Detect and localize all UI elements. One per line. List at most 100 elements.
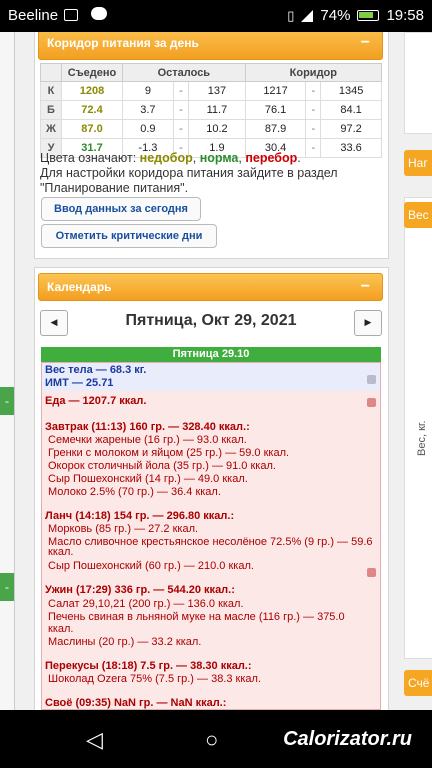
left-from: 3.7 <box>122 100 174 120</box>
left-from: 0.9 <box>122 119 174 139</box>
eaten-value: 72.4 <box>61 100 123 120</box>
corridor-header[interactable]: Коридор питания за день − <box>38 32 383 60</box>
weight-value: Вес тела — 68.3 кг. <box>45 364 147 376</box>
row-label: Б <box>40 100 62 120</box>
legend-sep: , <box>192 151 200 165</box>
minimize-icon[interactable]: − <box>361 274 370 300</box>
food-item: Маслины (20 гр.) — 33.2 ккал. <box>48 636 202 648</box>
date-navigation: ◀ Пятница, Окт 29, 2021 ▶ <box>40 310 382 336</box>
table-row: Ж 87.0 0.9 - 10.2 87.9 - 97.2 <box>40 119 382 139</box>
page: - - Наг Вес Вес, кг. Счё Коридор питания… <box>0 32 432 710</box>
back-icon[interactable]: ◁ <box>86 727 103 753</box>
eaten-value: 1208 <box>61 81 123 101</box>
eaten-value: 87.0 <box>61 119 123 139</box>
enter-today-button[interactable]: Ввод данных за сегодня <box>41 197 201 221</box>
col-eaten: Съедено <box>61 63 123 82</box>
food-item: Масло сливочное крестьянское несолёное 7… <box>48 536 373 548</box>
table-row: К 1208 9 - 137 1217 - 1345 <box>40 81 382 101</box>
weight-axis-label: Вес, кг. <box>416 420 428 456</box>
corr-to: 1345 <box>320 81 382 101</box>
corner-cell <box>40 63 62 82</box>
food-item: ккал. <box>48 546 74 558</box>
brand-watermark: Calorizator.ru <box>283 728 412 750</box>
meal-header: Перекусы (18:18) 7.5 гр. — 38.30 ккал.: <box>45 660 252 672</box>
food-total: Еда — 1207.7 ккал. <box>45 395 147 407</box>
carrier-name: Beeline <box>8 7 59 24</box>
food-item: ккал. <box>48 623 74 635</box>
vibrate-icon: ▯ <box>287 7 295 23</box>
food-item: Окорок столичный йола (35 гр.) — 91.0 кк… <box>48 460 276 472</box>
meal-header: Ланч (14:18) 154 гр. — 296.80 ккал.: <box>45 510 235 522</box>
food-item: Салат 29,10,21 (200 гр.) — 136.0 ккал. <box>48 598 244 610</box>
table-row: Б 72.4 3.7 - 11.7 76.1 - 84.1 <box>40 100 382 120</box>
battery-percent: 74% <box>320 7 351 24</box>
left-to: 137 <box>188 81 246 101</box>
col-corridor: Коридор <box>244 63 383 82</box>
left-to: 10.2 <box>188 119 246 139</box>
meal-header: Своё (09:35) NaN гр. — NaN ккал.: <box>45 697 227 709</box>
battery-icon <box>357 10 380 21</box>
corr-from: 76.1 <box>244 100 307 120</box>
clock: 19:58 <box>386 7 424 24</box>
mark-critical-days-button[interactable]: Отметить критические дни <box>41 224 217 248</box>
weight-block: Вес тела — 68.3 кг. ИМТ — 25.71 <box>42 363 380 391</box>
left-from: 9 <box>122 81 174 101</box>
home-icon[interactable]: ○ <box>205 727 218 753</box>
right-panel-top <box>404 32 432 134</box>
image-icon <box>64 9 78 21</box>
left-column <box>0 32 15 710</box>
food-edit-icon[interactable] <box>367 398 376 407</box>
legend-norm: норма <box>199 151 239 165</box>
right-tab-weight[interactable]: Вес <box>404 202 432 228</box>
corridor-note: Для настройки коридора питания зайдите в… <box>40 166 338 195</box>
navigation-bar: ◁ ○ □ Calorizator.ru <box>0 710 432 768</box>
dash: - <box>305 100 322 120</box>
dash: - <box>172 100 190 120</box>
row-label: К <box>40 81 62 101</box>
row-label: Ж <box>40 119 62 139</box>
food-item: Сыр Пошехонский (60 гр.) — 210.0 ккал. <box>48 560 254 572</box>
food-item: Шоколад Ozera 75% (7.5 гр.) — 38.3 ккал. <box>48 673 262 685</box>
day-header: Пятница 29.10 <box>41 347 381 362</box>
food-item: Семечки жареные (16 гр.) — 93.0 ккал. <box>48 434 247 446</box>
meal-header: Завтрак (11:13) 160 гр. — 328.40 ккал.: <box>45 421 250 433</box>
dash: - <box>172 81 190 101</box>
side-collapse-tab-2[interactable]: - <box>0 573 14 601</box>
legend-over: перебор <box>245 151 298 165</box>
meal-edit-icon[interactable] <box>367 568 376 577</box>
food-item: Морковь (85 гр.) — 27.2 ккал. <box>48 523 199 535</box>
minimize-icon[interactable]: − <box>361 35 370 51</box>
legend-prefix: Цвета означают: <box>40 151 140 165</box>
food-item: Сыр Пошехонский (14 гр.) — 49.0 ккал. <box>48 473 248 485</box>
dash: - <box>305 119 322 139</box>
corr-from: 87.9 <box>244 119 307 139</box>
col-left: Осталось <box>122 63 246 82</box>
corr-from: 1217 <box>244 81 307 101</box>
bmi-value: ИМТ — 25.71 <box>45 377 114 389</box>
calendar-title: Календарь <box>47 280 112 294</box>
dash: - <box>172 119 190 139</box>
food-item: Молоко 2.5% (70 гр.) — 36.4 ккал. <box>48 486 221 498</box>
chat-icon <box>91 7 107 20</box>
corridor-table: Съедено Осталось Коридор К 1208 9 - 137 … <box>40 63 383 158</box>
corr-to: 97.2 <box>320 119 382 139</box>
weight-edit-icon[interactable] <box>367 375 376 384</box>
current-date: Пятница, Окт 29, 2021 <box>125 312 297 329</box>
dash: - <box>305 81 322 101</box>
side-collapse-tab[interactable]: - <box>0 387 14 415</box>
legend-end: . <box>297 151 301 165</box>
corridor-title: Коридор питания за день <box>47 36 199 50</box>
status-bar: Beeline ▯ 74% 19:58 <box>0 0 432 32</box>
legend-under: недобор <box>139 151 193 165</box>
food-item: Печень свиная в льняной муке на масле (1… <box>48 611 345 623</box>
corr-to: 84.1 <box>320 100 382 120</box>
food-item: Гренки с молоком и яйцом (25 гр.) — 59.0… <box>48 447 290 459</box>
color-legend: Цвета означают: недобор, норма, перебор.… <box>40 151 390 196</box>
right-tab-nag[interactable]: Наг <box>404 150 432 176</box>
right-tab-count[interactable]: Счё <box>404 670 432 696</box>
meal-header: Ужин (17:29) 336 гр. — 544.20 ккал.: <box>45 584 235 596</box>
signal-icon <box>301 9 314 22</box>
next-day-button[interactable]: ▶ <box>354 310 382 336</box>
calendar-header[interactable]: Календарь − <box>38 273 383 301</box>
left-to: 11.7 <box>188 100 246 120</box>
